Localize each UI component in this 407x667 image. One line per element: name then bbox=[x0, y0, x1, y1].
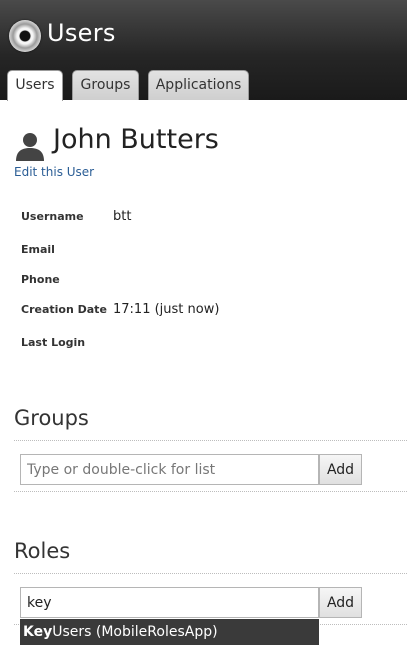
user-full-name: John Butters bbox=[53, 124, 219, 155]
user-silhouette-icon bbox=[16, 133, 44, 161]
tab-users[interactable]: Users bbox=[7, 70, 63, 101]
roles-input[interactable] bbox=[20, 587, 319, 618]
groups-input[interactable] bbox=[20, 454, 319, 485]
username-value: btt bbox=[113, 209, 132, 224]
creation-date-value: 17:11 (just now) bbox=[113, 302, 220, 317]
tab-applications[interactable]: Applications bbox=[148, 70, 249, 100]
email-label: Email bbox=[21, 243, 55, 256]
groups-divider bbox=[14, 440, 407, 441]
suggestion-rest-text: Users (MobileRolesApp) bbox=[52, 624, 218, 640]
last-login-label: Last Login bbox=[21, 336, 86, 349]
tab-groups[interactable]: Groups bbox=[72, 70, 139, 100]
username-label: Username bbox=[21, 210, 84, 223]
app-logo-icon bbox=[9, 20, 41, 52]
roles-section-title: Roles bbox=[14, 539, 71, 563]
phone-label: Phone bbox=[21, 273, 60, 286]
tab-bar: Users Groups Applications bbox=[0, 70, 407, 101]
add-role-button[interactable]: Add bbox=[319, 587, 362, 618]
groups-bottom-divider bbox=[14, 491, 407, 492]
edit-user-link[interactable]: Edit this User bbox=[14, 165, 94, 179]
add-group-button[interactable]: Add bbox=[319, 454, 362, 485]
suggestion-match-text: Key bbox=[23, 624, 53, 640]
role-suggestion-item[interactable]: KeyUsers (MobileRolesApp) bbox=[20, 619, 319, 645]
app-title: Users bbox=[47, 19, 116, 47]
groups-section-title: Groups bbox=[14, 406, 89, 430]
roles-divider bbox=[14, 573, 407, 574]
app-header: Users Users Groups Applications bbox=[0, 0, 407, 101]
creation-date-label: Creation Date bbox=[21, 303, 107, 316]
